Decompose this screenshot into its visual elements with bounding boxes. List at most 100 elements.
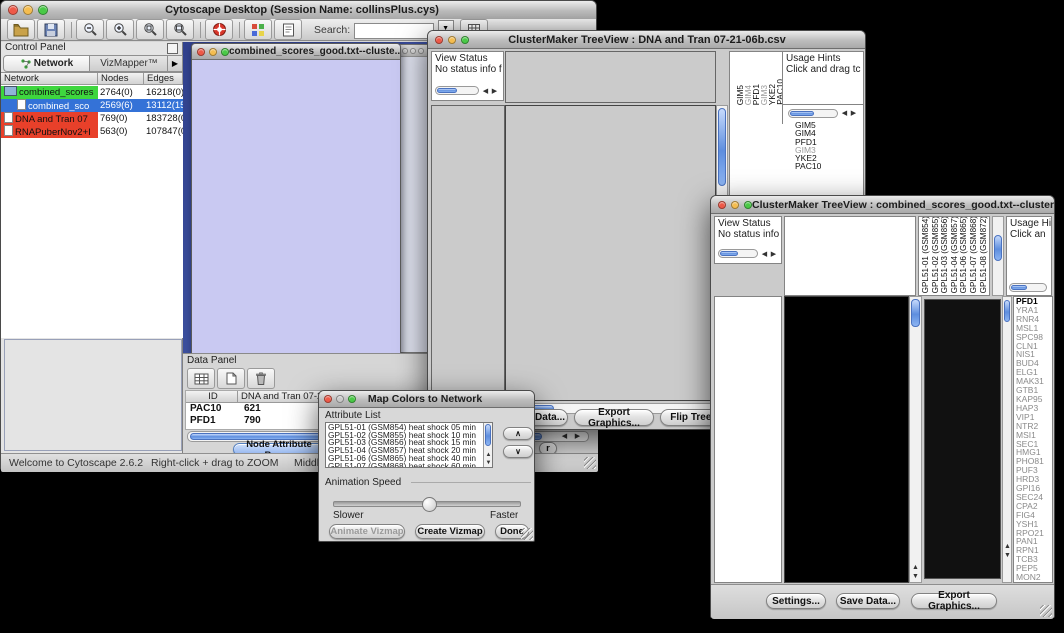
tv1-heatmap[interactable] (505, 105, 716, 401)
tv1-row-dendrogram[interactable] (431, 105, 505, 401)
help-button[interactable] (205, 19, 233, 40)
net-zoom-button[interactable] (221, 48, 229, 56)
tab-overflow-button[interactable]: ▶ (167, 55, 183, 72)
scroll-up-icon[interactable]: ▲ (1003, 543, 1012, 551)
tv1-matrix-hscrollbar[interactable] (788, 109, 838, 118)
tab-network[interactable]: Network (3, 55, 91, 72)
zoom-button[interactable] (348, 395, 356, 403)
move-attribute-up-button[interactable]: ∧ (503, 427, 533, 440)
float-panel-icon[interactable] (167, 43, 178, 54)
birdseye-view[interactable] (4, 339, 182, 451)
attribute-list-scrollbar[interactable]: ▲ ▼ (483, 423, 492, 467)
tv2-vscrollbar[interactable]: ▲ ▼ (909, 296, 922, 583)
zoom-fit-button[interactable] (166, 19, 194, 40)
inactive-minimize-button[interactable] (410, 48, 416, 54)
close-button[interactable] (718, 201, 726, 209)
tv1-row-label[interactable]: PAC10 (795, 162, 821, 170)
dialog-titlebar[interactable]: Map Colors to Network (319, 391, 534, 408)
tv2-status-scrollbar[interactable] (718, 249, 758, 258)
network-view-canvas[interactable] (192, 60, 398, 353)
tv2-column-label[interactable]: GPL51-01 (GSM854) (921, 216, 930, 293)
move-attribute-down-button[interactable]: ∨ (503, 445, 533, 458)
tv2-gene-scrollbar[interactable]: ▲ ▼ (1002, 296, 1012, 583)
main-titlebar[interactable]: Cytoscape Desktop (Session Name: collins… (1, 1, 596, 20)
tv1-column-dendrogram[interactable] (505, 51, 716, 103)
scroll-left-icon[interactable]: ◀ (840, 110, 849, 118)
tv2-column-label[interactable]: GPL51-04 (GSM857) (950, 216, 959, 293)
scroll-left-icon[interactable]: ◀ (760, 251, 769, 259)
scroll-left-icon[interactable]: ◀ (481, 88, 490, 96)
dialog-resize-grip[interactable] (521, 528, 533, 540)
annotation-button[interactable] (274, 19, 302, 40)
scroll-down-icon[interactable]: ▼ (1003, 552, 1012, 560)
tv2-usage-scrollbar[interactable] (1009, 283, 1047, 292)
tab-vizmapper[interactable]: VizMapper™ (89, 55, 169, 72)
scroll-left-icon[interactable]: ◀ (560, 433, 569, 441)
scroll-up-icon[interactable]: ▲ (911, 564, 920, 572)
treeview2-titlebar[interactable]: ClusterMaker TreeView : combined_scores_… (711, 196, 1054, 214)
new-attribute-button[interactable] (217, 368, 245, 389)
zoom-button[interactable] (744, 201, 752, 209)
close-button[interactable] (435, 36, 443, 44)
scroll-down-icon[interactable]: ▼ (911, 573, 920, 581)
close-button[interactable] (8, 5, 18, 15)
inactive-zoom-button[interactable] (418, 48, 424, 54)
zoom-selected-button[interactable] (136, 19, 164, 40)
table-row[interactable]: combined_scores2764(0)16218(0) (1, 86, 183, 99)
tv1-status-scrollbar[interactable] (435, 86, 479, 95)
minimize-button[interactable] (336, 395, 344, 403)
tv2-export-graphics-button[interactable]: Export Graphics... (911, 593, 997, 609)
tv2-column-label[interactable]: GPL51-03 (GSM856) (940, 216, 949, 293)
treeview1-titlebar[interactable]: ClusterMaker TreeView : DNA and Tran 07-… (428, 31, 865, 49)
zoom-out-button[interactable] (76, 19, 104, 40)
attribute-list-item[interactable]: GPL51-07 (GSM868) heat shock 60 min (328, 463, 492, 468)
tv1-similarity-matrix[interactable] (730, 120, 780, 170)
tv2-column-label[interactable]: GPL51-07 (GSM868) (969, 216, 978, 293)
open-session-button[interactable] (7, 19, 35, 40)
tv2-column-label[interactable]: GPL51-06 (GSM865) (959, 216, 968, 293)
create-vizmap-button[interactable]: Create Vizmap (415, 524, 485, 539)
background-network-window[interactable] (399, 44, 430, 353)
tv2-column-dendrogram-space[interactable] (784, 216, 916, 296)
tv2-global-view[interactable] (924, 299, 1001, 579)
vizmapper-button[interactable] (244, 19, 272, 40)
net-close-button[interactable] (197, 48, 205, 56)
scroll-up-icon[interactable]: ▲ (484, 451, 493, 459)
gene-label[interactable]: MON2 (1016, 573, 1052, 582)
animation-speed-slider[interactable] (333, 501, 521, 507)
birdseye-canvas[interactable] (5, 340, 179, 448)
main-resize-grip[interactable] (584, 457, 596, 469)
scroll-right-icon[interactable]: ▶ (490, 88, 499, 96)
search-input[interactable] (354, 23, 434, 39)
zoom-button[interactable] (461, 36, 469, 44)
net-minimize-button[interactable] (209, 48, 217, 56)
minimize-button[interactable] (731, 201, 739, 209)
attr-col-id[interactable]: ID (186, 391, 238, 403)
close-button[interactable] (324, 395, 332, 403)
tv2-settings-button[interactable]: Settings... (766, 593, 826, 609)
slider-thumb[interactable] (422, 497, 437, 512)
table-row[interactable]: RNAPuberNov2+I563(0)107847(0) (1, 125, 183, 138)
tv2-column-label[interactable]: GPL51-08 (GSM872) (979, 216, 988, 293)
save-session-button[interactable] (37, 19, 65, 40)
scroll-right-icon[interactable]: ▶ (573, 433, 582, 441)
background-network-canvas[interactable] (400, 149, 429, 349)
animate-vizmap-button[interactable]: Animate Vizmap (329, 524, 405, 539)
table-row[interactable]: DNA and Tran 07769(0)183728(0) (1, 112, 183, 125)
delete-attribute-button[interactable] (247, 368, 275, 389)
scroll-right-icon[interactable]: ▶ (849, 110, 858, 118)
scroll-down-icon[interactable]: ▼ (484, 459, 493, 467)
tv2-save-data-button[interactable]: Save Data... (836, 593, 900, 609)
minimize-button[interactable] (448, 36, 456, 44)
network-table-header[interactable]: Network (1, 73, 98, 85)
tv2-column-label[interactable]: GPL51-02 (GSM855) (931, 216, 940, 293)
scroll-right-icon[interactable]: ▶ (769, 251, 778, 259)
tv2-row-dendrogram[interactable] (714, 296, 782, 583)
zoom-button[interactable] (38, 5, 48, 15)
tv2-resize-grip[interactable] (1040, 605, 1052, 617)
network-table-header[interactable]: Nodes (98, 73, 144, 85)
table-row[interactable]: combined_sco2569(6)13112(15) (1, 99, 183, 112)
zoom-in-button[interactable] (106, 19, 134, 40)
tv1-export-graphics-button[interactable]: Export Graphics... (574, 409, 654, 426)
network-table-header[interactable]: Edges (144, 73, 183, 85)
